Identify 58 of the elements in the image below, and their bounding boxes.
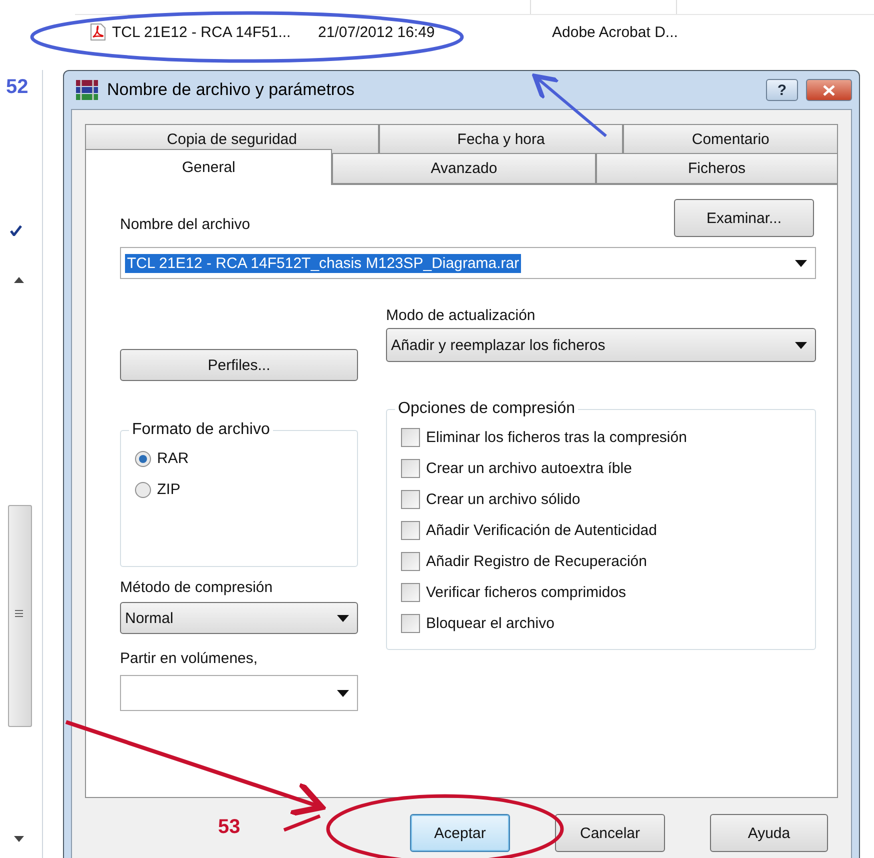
tab[interactable]: Avanzado — [332, 153, 596, 184]
close-icon — [823, 84, 835, 96]
checkbox[interactable] — [401, 583, 420, 602]
file-type: Adobe Acrobat D... — [552, 24, 678, 40]
file-date: 21/07/2012 16:49 — [318, 24, 436, 40]
radio-button[interactable] — [135, 482, 151, 498]
dropdown-arrow-icon — [337, 614, 349, 622]
checkbox[interactable] — [401, 459, 420, 478]
checkbox-label: Crear un archivo autoextra íble — [426, 460, 632, 477]
tab[interactable]: Comentario — [623, 124, 838, 154]
dropdown-arrow-icon — [795, 342, 807, 348]
scrollbar-thumb[interactable] — [8, 505, 32, 727]
close-button[interactable] — [806, 79, 852, 101]
scroll-up-icon[interactable] — [14, 277, 24, 283]
checkbox[interactable] — [401, 552, 420, 571]
annotation-number: 52 — [6, 76, 28, 99]
checkbox-label: Añadir Registro de Recuperación — [426, 553, 647, 570]
volume-dropdown[interactable] — [120, 675, 358, 711]
archive-name-field[interactable]: TCL 21E12 - RCA 14F512T_chasis M123SP_Diagrama.rar — [120, 247, 816, 279]
checkbox-label: Bloquear el archivo — [426, 615, 554, 632]
books-icon — [75, 79, 99, 101]
annotation-number: 53 — [218, 816, 240, 839]
check-icon — [10, 225, 22, 236]
radio-label: RAR — [157, 450, 189, 467]
dialog-button[interactable]: Cancelar — [555, 814, 665, 852]
dialog-button[interactable]: Aceptar — [410, 814, 510, 852]
scroll-down-icon[interactable] — [14, 836, 24, 842]
radio-button[interactable] — [135, 450, 151, 466]
grip-icon — [15, 610, 23, 617]
field-label: Modo de actualización — [386, 307, 536, 324]
help-button[interactable]: ? — [766, 79, 798, 101]
checkbox-label: Verificar ficheros comprimidos — [426, 584, 626, 601]
field-label: Partir en volúmenes, — [120, 650, 259, 667]
file-name: TCL 21E12 - RCA 14F51... — [112, 24, 292, 40]
group-label: Opciones de compresión — [397, 400, 576, 418]
method-dropdown[interactable]: Normal — [120, 602, 358, 634]
window-title: Nombre de archivo y parámetros — [107, 80, 356, 100]
radio-label: ZIP — [157, 481, 180, 498]
browse-button[interactable]: Examinar... — [674, 199, 814, 237]
checkbox-label: Añadir Verificación de Autenticidad — [426, 522, 657, 539]
dropdown-arrow-icon — [795, 260, 807, 266]
pdf-file-icon — [90, 23, 106, 41]
tab[interactable]: General — [85, 149, 332, 185]
checkbox[interactable] — [401, 521, 420, 540]
checkbox[interactable] — [401, 428, 420, 447]
update-mode-dropdown[interactable]: Añadir y reemplazar los ficheros — [386, 328, 816, 362]
profiles-button[interactable]: Perfiles... — [120, 349, 358, 381]
tab[interactable]: Fecha y hora — [378, 124, 624, 154]
tab[interactable]: Ficheros — [596, 153, 838, 184]
checkbox-label: Eliminar los ficheros tras la compresión — [426, 429, 687, 446]
checkbox[interactable] — [401, 614, 420, 633]
dialog-button[interactable]: Ayuda — [710, 814, 828, 852]
dropdown-arrow-icon — [337, 690, 349, 696]
field-label: Nombre del archivo — [120, 216, 250, 233]
group-label: Formato de archivo — [131, 421, 271, 439]
checkbox-label: Crear un archivo sólido — [426, 491, 580, 508]
field-label: Método de compresión — [120, 579, 274, 596]
checkbox[interactable] — [401, 490, 420, 509]
